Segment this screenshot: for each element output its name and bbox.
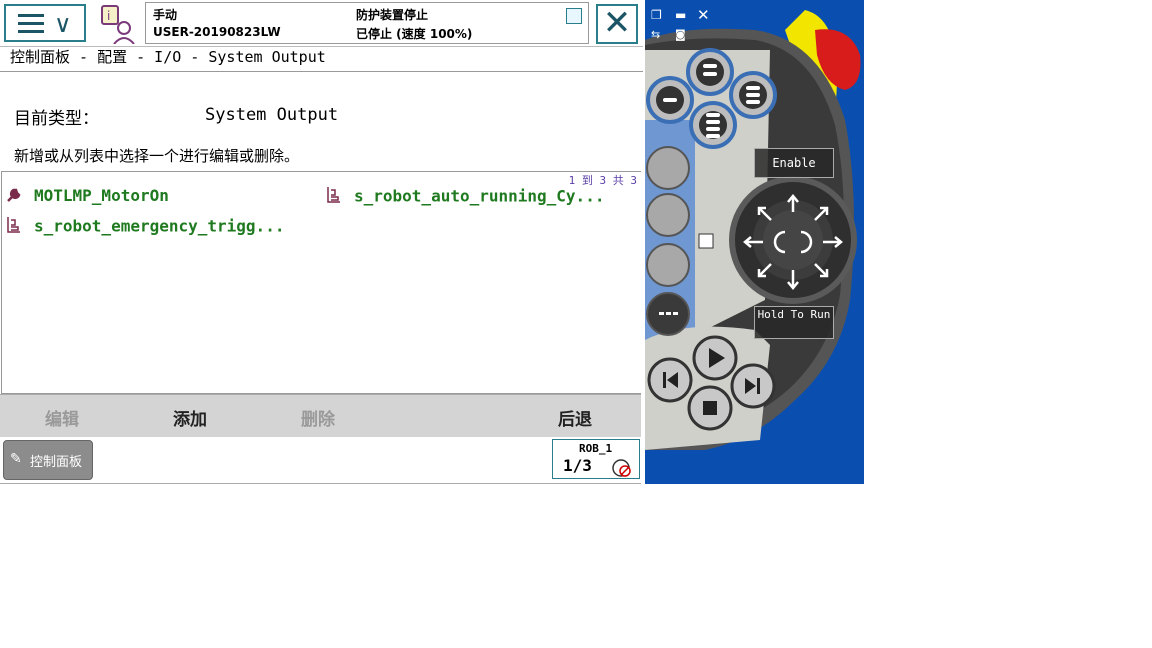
list-item[interactable]: s_robot_auto_running_Cy... <box>326 186 604 208</box>
pendant-controls <box>646 48 843 431</box>
speed-status: 已停止 (速度 100%) <box>356 27 473 41</box>
instance-list: 1 到 3 共 3 MOTLMP_MotorOn s_robot_auto_ru… <box>1 171 641 394</box>
edit-button[interactable]: 编辑 <box>45 405 79 430</box>
list-item-label: s_robot_emergency_trigg... <box>34 216 285 236</box>
programmable-key-3[interactable] <box>646 243 690 287</box>
stop-button[interactable] <box>687 385 733 431</box>
task-label: 控制面板 <box>30 455 83 470</box>
svg-text:i: i <box>107 9 110 23</box>
list-item-label: s_robot_auto_running_Cy... <box>354 186 605 206</box>
signal-icon <box>326 186 344 208</box>
current-type-value: System Output <box>205 105 339 125</box>
programmable-key-1[interactable] <box>646 146 690 190</box>
main-menu-button[interactable]: ∨ <box>4 4 86 42</box>
instruction-text: 新增或从列表中选择一个进行编辑或删除。 <box>14 147 300 165</box>
enable-button[interactable]: Enable <box>754 148 834 178</box>
list-item[interactable]: MOTLMP_MotorOn <box>6 186 169 207</box>
control-panel-task-button[interactable]: ✎ 控制面板 <box>3 440 93 480</box>
add-button[interactable]: 添加 <box>173 405 207 430</box>
wrench-icon: ✎ <box>10 451 22 467</box>
increment-fraction: 1/3 <box>563 456 592 475</box>
robot-name: ROB_1 <box>579 442 613 455</box>
delete-button[interactable]: 删除 <box>301 405 335 430</box>
taskbar: ✎ 控制面板 ROB_1 1/3 <box>0 437 641 484</box>
axis-jog-button[interactable] <box>689 101 737 149</box>
step-forward-button[interactable] <box>730 363 776 409</box>
back-button[interactable]: 后退 <box>558 405 592 430</box>
event-log-icon[interactable]: i <box>98 4 140 45</box>
speed-icon <box>612 459 631 477</box>
command-bar: 编辑 添加 删除 后退 <box>0 394 641 438</box>
close-button[interactable]: ✕ <box>596 4 638 44</box>
monitor-icon <box>566 8 582 24</box>
divider <box>0 71 643 72</box>
list-item-label: MOTLMP_MotorOn <box>34 186 169 205</box>
hold-to-run-button[interactable]: Hold To Run <box>754 306 834 339</box>
chevron-down-icon: ∨ <box>54 10 72 38</box>
quickset-button[interactable]: ROB_1 1/3 <box>552 439 640 479</box>
list-item[interactable]: s_robot_emergency_trigg... <box>6 216 284 238</box>
programmable-key-2[interactable] <box>646 193 690 237</box>
top-bar: ∨ i 手动 USER-20190823LW 防护装置停止 已停止 (速度 10… <box>0 0 643 47</box>
current-type-label: 目前类型： <box>14 109 99 129</box>
virtual-flexpendant: ❐ ▬ ✕ ⇆ ◙ Enable Hold To Run <box>645 0 864 484</box>
signal-icon <box>6 216 24 238</box>
operating-mode: 手动 <box>153 8 178 22</box>
controller-name: USER-20190823LW <box>153 25 281 39</box>
wrench-icon <box>6 187 24 207</box>
hamburger-icon <box>18 14 44 33</box>
system-status: 防护装置停止 <box>356 8 429 22</box>
usb-port-icon <box>698 233 714 249</box>
joystick[interactable] <box>743 194 843 290</box>
breadcrumb: 控制面板 - 配置 - I/O - System Output <box>10 48 326 66</box>
flexpendant-screen: ∨ i 手动 USER-20190823LW 防护装置停止 已停止 (速度 10… <box>0 0 643 484</box>
status-panel[interactable]: 手动 USER-20190823LW 防护装置停止 已停止 (速度 100%) <box>145 2 589 44</box>
start-button[interactable] <box>692 335 738 381</box>
step-backward-button[interactable] <box>647 357 693 403</box>
